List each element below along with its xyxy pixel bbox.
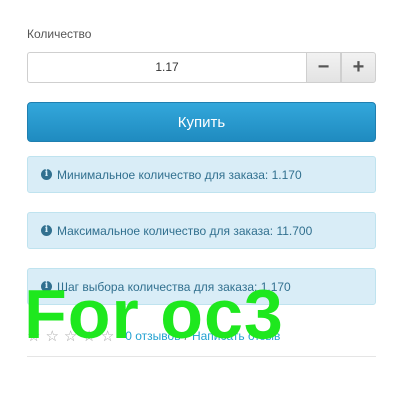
decrease-quantity-button[interactable]: − xyxy=(306,52,341,83)
increase-quantity-button[interactable]: + xyxy=(341,52,376,83)
buy-button[interactable]: Купить xyxy=(27,102,376,142)
quantity-input[interactable]: 1.17 xyxy=(27,52,306,83)
overlay-watermark-text: For oc3 xyxy=(24,275,284,353)
info-circle-icon: i xyxy=(41,225,52,236)
product-purchase-panel: Количество 1.17 − + Купить i Минимальное… xyxy=(0,0,400,400)
min-quantity-alert: i Минимальное количество для заказа: 1.1… xyxy=(27,156,376,193)
info-circle-icon: i xyxy=(41,169,52,180)
min-quantity-text: Минимальное количество для заказа: 1.170 xyxy=(57,167,302,182)
plus-icon: + xyxy=(352,56,365,78)
max-quantity-text: Максимальное количество для заказа: 11.7… xyxy=(57,223,313,238)
divider xyxy=(27,356,376,357)
quantity-label: Количество xyxy=(27,27,92,41)
minus-icon: − xyxy=(317,56,330,78)
quantity-stepper: 1.17 − + xyxy=(27,52,376,83)
max-quantity-alert: i Максимальное количество для заказа: 11… xyxy=(27,212,376,249)
